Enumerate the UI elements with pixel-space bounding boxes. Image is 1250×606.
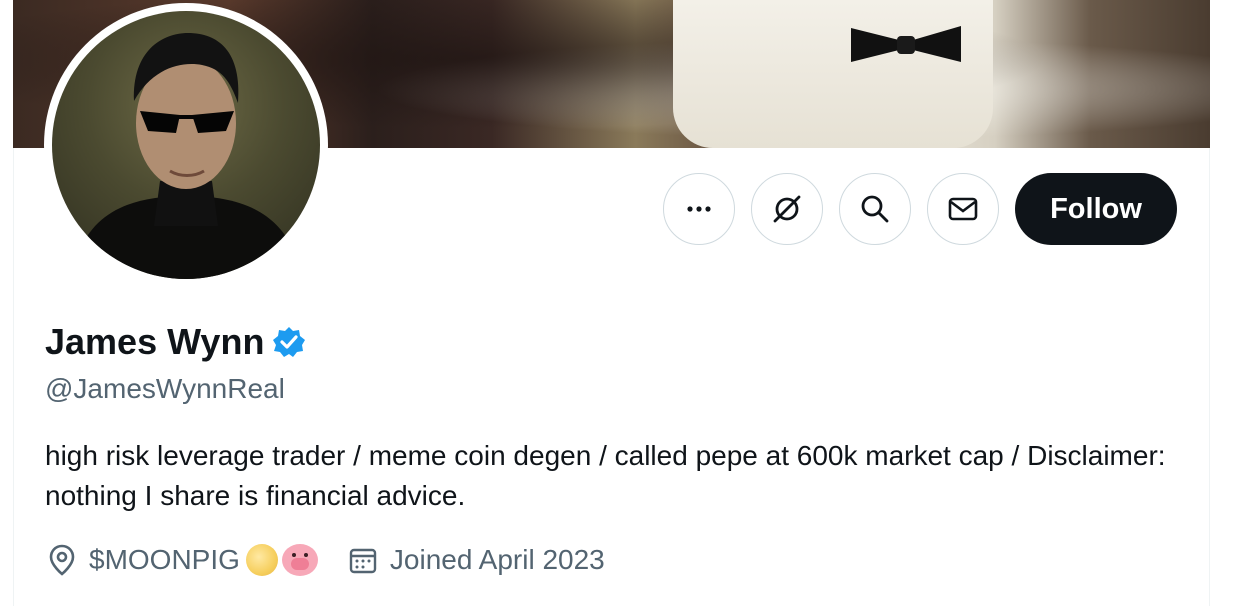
location-icon	[49, 544, 75, 576]
calendar-icon	[349, 548, 377, 574]
more-button[interactable]	[663, 173, 735, 245]
verified-badge-icon[interactable]	[272, 325, 306, 359]
profile-meta: $MOONPIG Joined April 2023	[45, 538, 605, 582]
more-icon	[687, 206, 711, 212]
message-icon	[948, 197, 978, 221]
avatar-portrait	[72, 33, 302, 279]
follow-button[interactable]: Follow	[1015, 173, 1177, 245]
cookie-icon	[245, 544, 278, 576]
pig-face-icon	[281, 544, 318, 576]
location-text: $MOONPIG	[89, 544, 240, 575]
message-button[interactable]	[927, 173, 999, 245]
name-row: James Wynn	[45, 320, 306, 364]
bio: high risk leverage trader / meme coin de…	[45, 440, 1166, 511]
handle: @JamesWynnReal	[45, 373, 285, 404]
banner-bowtie	[851, 26, 961, 62]
joined-date: Joined April 2023	[389, 544, 605, 575]
grok-icon	[773, 195, 801, 223]
search-button[interactable]	[839, 173, 911, 245]
grok-button[interactable]	[751, 173, 823, 245]
avatar[interactable]	[52, 11, 320, 279]
search-icon	[861, 195, 889, 223]
display-name: James Wynn	[45, 321, 265, 362]
